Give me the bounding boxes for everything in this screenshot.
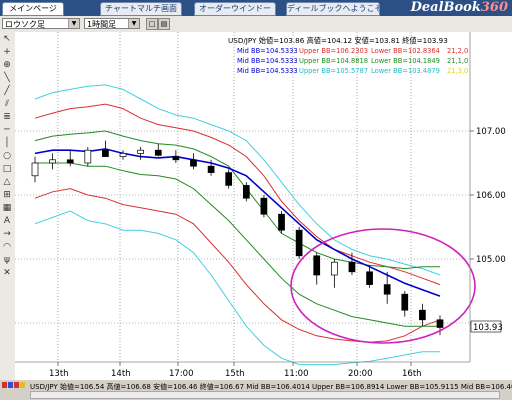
chart-toolbar: ロウソク足 ▼ 1時間足 ▼ □ ▤: [0, 16, 512, 33]
legend-lower-3: Lower BB=103.4879: [371, 67, 440, 75]
crosshair-icon[interactable]: +: [1, 47, 13, 58]
x-tick-label: 11:00: [284, 369, 309, 379]
candle-down: [172, 156, 180, 161]
legend-mid-2: Mid BB=104.5333: [237, 57, 298, 65]
timeframe-value: 1時間足: [87, 20, 117, 29]
timeframe-select[interactable]: 1時間足 ▼: [84, 18, 140, 29]
x-tick-label: 13th: [49, 369, 69, 379]
cursor-icon[interactable]: ↖: [1, 34, 13, 45]
horizontal-scrollbar[interactable]: [30, 391, 500, 399]
candle-down: [313, 255, 321, 276]
vline-icon[interactable]: │: [1, 138, 13, 149]
y-tick-label: 107.00: [476, 127, 506, 137]
candle-down: [401, 293, 409, 311]
brand-name: DealBook: [410, 0, 481, 15]
candle-down: [366, 271, 373, 285]
candle-up: [330, 261, 338, 276]
indicator-button[interactable]: ▤: [158, 18, 170, 30]
properties-button[interactable]: □: [146, 18, 158, 30]
legend-mid-1: Mid BB=104.5333: [237, 47, 298, 55]
chevron-down-icon[interactable]: ▼: [128, 19, 139, 28]
x-tick-label: 15th: [225, 369, 245, 379]
last-price-label: 103.93: [473, 323, 503, 333]
fibonacci-icon[interactable]: ≣: [1, 112, 13, 123]
candle-down: [419, 309, 426, 321]
tab-welcome[interactable]: ディールブックへようこそ: [286, 2, 380, 16]
candle-up: [84, 149, 92, 164]
candle-down: [295, 229, 303, 257]
x-tick-label: 20:00: [348, 369, 373, 379]
candle-down: [225, 172, 233, 186]
zoom-icon[interactable]: ⊕: [1, 60, 13, 71]
legend-lower-1: Lower BB=102.8364: [371, 47, 440, 55]
candle-up: [31, 162, 39, 177]
color-swatch-red: [2, 382, 7, 388]
text-icon[interactable]: A: [1, 216, 13, 227]
main-tab-bar: メインページ チャートマルチ画面 オーダーウインドー ディールブックへようこそ …: [0, 0, 512, 16]
arrow-icon[interactable]: →: [1, 229, 13, 240]
candle-up: [137, 149, 145, 154]
legend-upper-2: Upper BB=104.8818: [299, 57, 368, 65]
tab-order-window[interactable]: オーダーウインドー: [194, 2, 276, 16]
legend-param-1: 21,2,0: [447, 47, 468, 55]
chart-type-value: ロウソク足: [5, 20, 45, 29]
tab-main-page[interactable]: メインページ: [2, 2, 64, 16]
rectangle-icon[interactable]: □: [1, 164, 13, 175]
legend-mid-3: Mid BB=104.5333: [237, 67, 298, 75]
chart-type-select[interactable]: ロウソク足 ▼: [2, 18, 80, 29]
color-swatch-yellow: [20, 382, 25, 388]
candle-down: [66, 159, 74, 164]
delete-icon[interactable]: ✕: [1, 268, 13, 279]
ray-icon[interactable]: ╱: [1, 86, 13, 97]
candle-down: [436, 319, 444, 328]
tab-chart-multi[interactable]: チャートマルチ画面: [100, 2, 182, 16]
candle-down: [190, 159, 197, 167]
legend-title: USD/JPY 始値=103.86 高値=104.12 安値=103.81 終値…: [228, 36, 448, 45]
grid-icon[interactable]: ▦: [1, 203, 13, 214]
status-bar: USD/JPY 始値=106.54 高値=106.68 安値=106.46 終値…: [0, 380, 512, 400]
candle-up: [119, 153, 127, 157]
legend-upper-3: Upper BB=105.5787: [299, 67, 368, 75]
candle-down: [242, 185, 250, 199]
circle-icon[interactable]: ○: [1, 151, 13, 162]
drawing-tools-palette: ↖ + ⊕ ╲ ╱ ⫽ ≣ ─ │ ○ □ △ ⊞ ▦ A → ◠ ψ ✕: [0, 32, 16, 380]
chart-canvas[interactable]: 107.00 106.00 105.00 13th 14th 17:00 15th 11:0…: [15, 32, 512, 380]
legend-upper-1: Upper BB=106.2303: [299, 47, 368, 55]
candle-down: [207, 165, 215, 173]
legend-param-3: 21,3,0: [447, 67, 468, 75]
legend-param-2: 21,1,0: [447, 57, 468, 65]
y-tick-label: 105.00: [476, 255, 506, 265]
color-swatch-red-2: [14, 382, 19, 388]
channel-icon[interactable]: ⫽: [1, 99, 13, 110]
x-tick-label: 14th: [111, 369, 131, 379]
brand-suffix: 360: [480, 0, 508, 15]
candle-down: [260, 197, 268, 215]
signal-icon[interactable]: ◠: [1, 242, 13, 253]
candle-down: [154, 149, 162, 156]
hline-icon[interactable]: ─: [1, 125, 13, 136]
gann-icon[interactable]: ⊞: [1, 190, 13, 201]
x-tick-label: 17:00: [169, 369, 194, 379]
candle-down: [348, 261, 356, 273]
candle-down: [102, 149, 109, 157]
y-tick-label: 106.00: [476, 191, 506, 201]
brand-logo: DealBook360: [411, 0, 508, 16]
triangle-icon[interactable]: △: [1, 177, 13, 188]
candle-down: [278, 213, 285, 231]
candle-down: [383, 284, 391, 295]
x-tick-label: 16th: [402, 369, 422, 379]
candle-up: [49, 159, 56, 164]
pitchfork-icon[interactable]: ψ: [1, 255, 13, 266]
trendline-icon[interactable]: ╲: [1, 73, 13, 84]
legend-lower-2: Lower BB=104.1849: [371, 57, 440, 65]
color-swatch-blue: [8, 382, 13, 388]
price-chart[interactable]: 107.00 106.00 105.00 13th 14th 17:00 15th 11:0…: [15, 32, 512, 380]
chevron-down-icon[interactable]: ▼: [68, 19, 79, 28]
